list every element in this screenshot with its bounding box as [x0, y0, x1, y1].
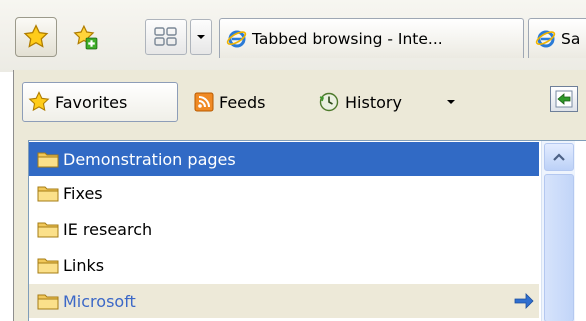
pin-favorites-center-button[interactable]: [550, 86, 578, 112]
favorites-center-button[interactable]: [15, 17, 57, 57]
quick-tabs-button[interactable]: [145, 19, 187, 55]
folder-label: Links: [63, 255, 105, 275]
chevron-up-icon: [553, 153, 565, 161]
tab-tabbed-browsing[interactable]: Tabbed browsing - Inte...: [219, 18, 524, 58]
browser-window: Tabbed browsing - Inte... Sa Favorites F…: [0, 0, 586, 321]
favorites-star-icon: [23, 24, 49, 48]
internet-explorer-icon: [226, 30, 247, 47]
triangle-down-icon: [447, 100, 455, 104]
favorites-folder-ie-research[interactable]: IE research: [29, 212, 539, 246]
go-arrow-icon: [514, 293, 534, 309]
folder-icon: [37, 186, 59, 202]
folder-label: IE research: [63, 219, 153, 239]
add-to-favorites-button[interactable]: [64, 17, 106, 57]
feeds-icon: [194, 92, 214, 112]
tab-label: Sa: [561, 29, 581, 48]
favorites-star-icon: [28, 91, 50, 112]
scroll-up-button[interactable]: [544, 143, 574, 171]
folder-label: Microsoft: [63, 291, 136, 311]
favorites-label: Favorites: [55, 92, 128, 112]
folder-icon: [37, 294, 59, 310]
quick-tabs-icon: [154, 27, 177, 46]
folder-icon: [37, 222, 59, 238]
history-label: History: [345, 92, 402, 112]
folder-label: Demonstration pages: [63, 149, 236, 169]
favorites-folder-fixes[interactable]: Fixes: [29, 176, 539, 210]
favorites-center-toolbar: Favorites Feeds History: [14, 70, 586, 142]
favorites-button[interactable]: Favorites: [22, 82, 178, 122]
favorites-folder-links[interactable]: Links: [29, 248, 539, 282]
history-dropdown[interactable]: [446, 82, 456, 122]
internet-explorer-icon: [535, 30, 556, 47]
vertical-scrollbar[interactable]: [541, 141, 575, 321]
favorites-tree: Demonstration pages Fixes IE research Li…: [28, 140, 586, 321]
favorites-folder-microsoft[interactable]: Microsoft: [29, 284, 539, 318]
favorites-folder-demonstration-pages[interactable]: Demonstration pages: [29, 142, 539, 176]
open-folder-button[interactable]: [513, 290, 535, 312]
feeds-button[interactable]: Feeds: [194, 82, 266, 122]
tab-row: Tabbed browsing - Inte... Sa: [0, 0, 586, 72]
scroll-thumb[interactable]: [544, 174, 574, 321]
tab-label: Tabbed browsing - Inte...: [252, 29, 443, 48]
tab-list-button[interactable]: [190, 19, 212, 55]
history-button[interactable]: History: [318, 82, 402, 122]
folder-icon: [37, 258, 59, 274]
folder-label: Fixes: [63, 183, 103, 203]
tab-second[interactable]: Sa: [528, 18, 586, 58]
history-clock-icon: [319, 92, 339, 112]
favorites-center-panel: Favorites Feeds History Demonstration pa…: [13, 70, 586, 321]
chevron-down-icon: [197, 35, 205, 39]
pin-panel-icon: [555, 90, 573, 108]
feeds-label: Feeds: [219, 92, 266, 112]
add-to-favorites-icon: [73, 24, 98, 50]
folder-icon: [37, 152, 59, 168]
